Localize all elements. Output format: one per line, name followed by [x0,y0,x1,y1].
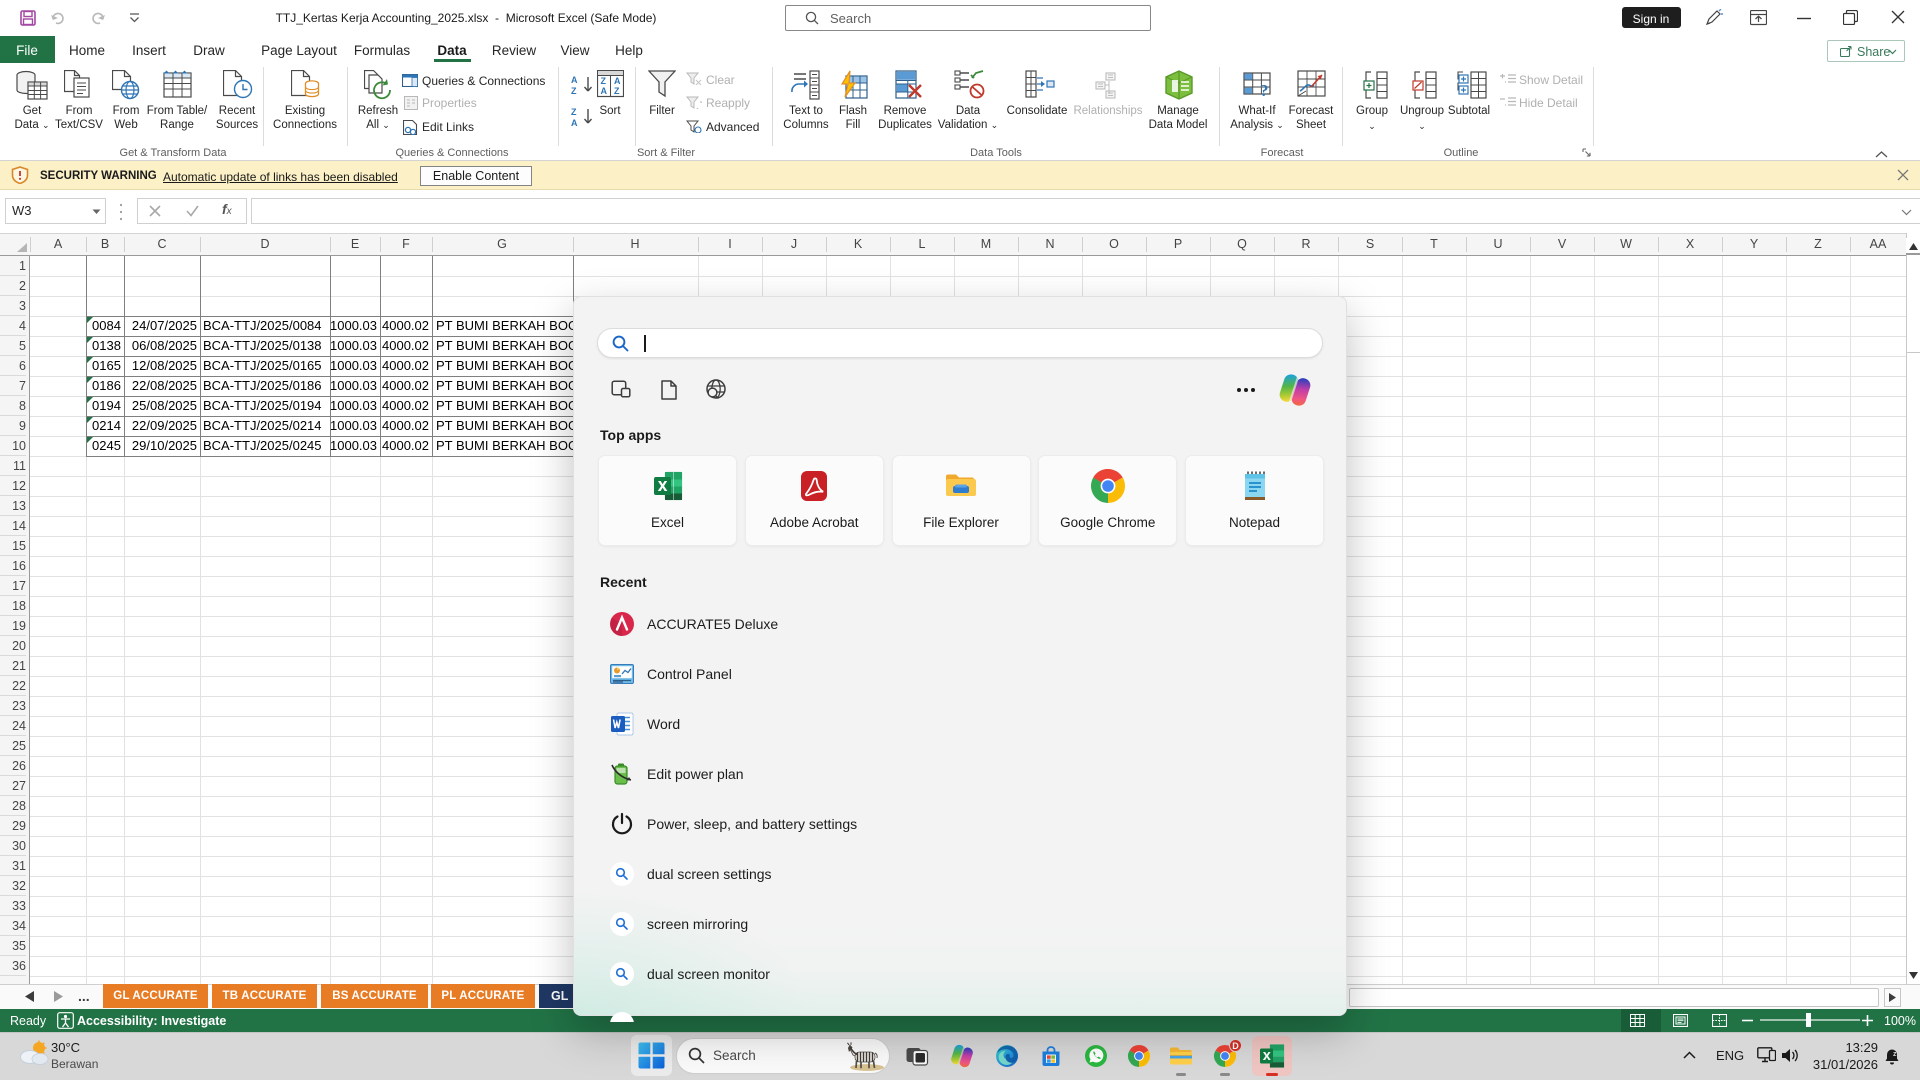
svg-text:z: z [1893,1051,1897,1058]
svg-text:A: A [614,76,621,86]
svg-text:Z: Z [571,107,577,117]
svg-text:Z: Z [571,86,577,96]
svg-text:A: A [601,86,608,96]
svg-text:A: A [571,118,578,128]
svg-text:Z: Z [614,86,620,96]
svg-text:?: ? [1260,81,1269,100]
svg-text:Z: Z [601,76,607,86]
svg-text:A: A [571,75,578,85]
